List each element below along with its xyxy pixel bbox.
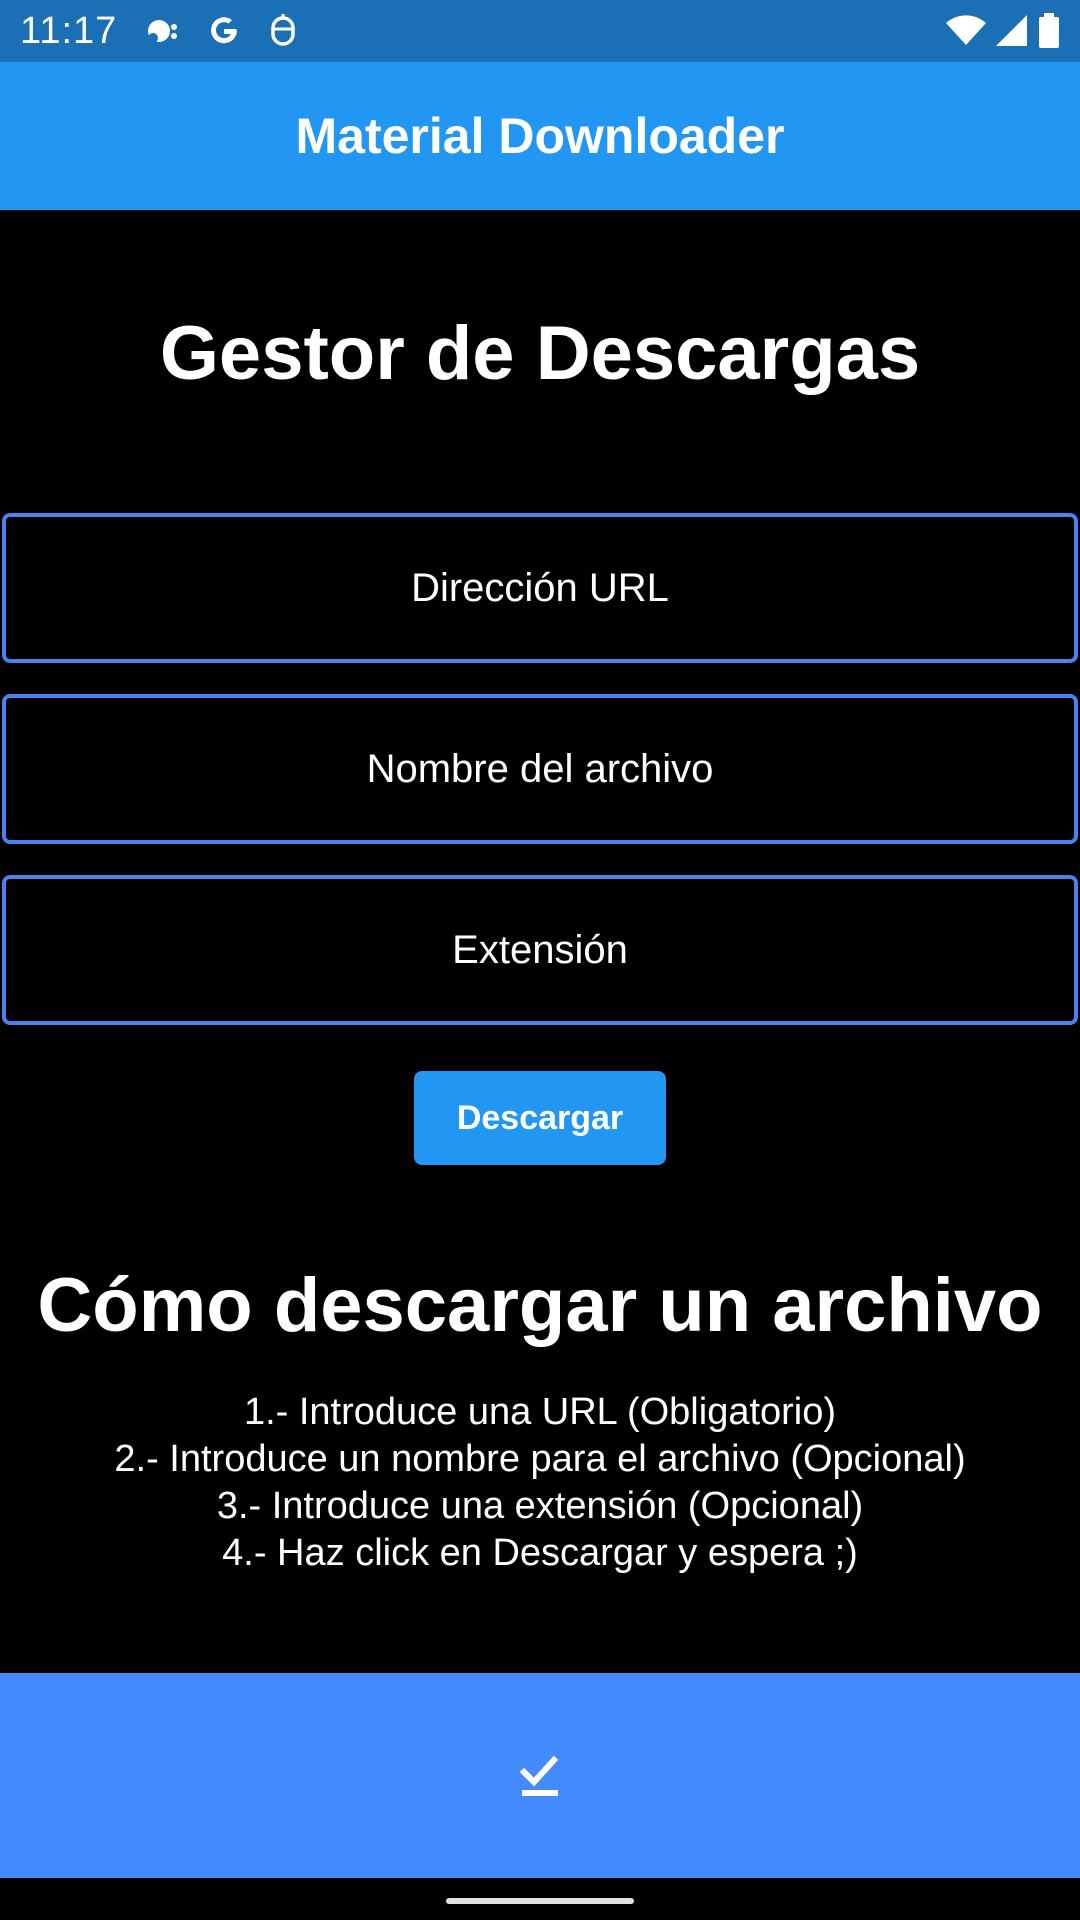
url-field-container bbox=[2, 513, 1078, 663]
page-title: Gestor de Descargas bbox=[159, 311, 921, 396]
url-input[interactable] bbox=[6, 517, 1074, 659]
google-icon bbox=[207, 14, 241, 48]
home-indicator[interactable] bbox=[446, 1898, 634, 1904]
status-bar: 11:17 bbox=[0, 0, 1080, 62]
bottom-bar bbox=[0, 1673, 1080, 1878]
app-bar: Material Downloader bbox=[0, 62, 1080, 210]
status-icons-left bbox=[145, 14, 297, 48]
howto-step-2: 2.- Introduce un nombre para el archivo … bbox=[114, 1438, 966, 1480]
extension-field-container bbox=[2, 875, 1078, 1025]
notification-icon bbox=[145, 16, 179, 46]
filename-field-container bbox=[2, 694, 1078, 844]
app-title: Material Downloader bbox=[295, 108, 785, 164]
download-done-icon[interactable] bbox=[520, 1754, 560, 1798]
battery-icon bbox=[1038, 13, 1060, 49]
wifi-icon bbox=[946, 15, 986, 47]
status-time: 11:17 bbox=[20, 9, 118, 52]
howto-step-1: 1.- Introduce una URL (Obligatorio) bbox=[243, 1391, 837, 1433]
filename-input[interactable] bbox=[6, 698, 1074, 840]
howto-title: Cómo descargar un archivo bbox=[37, 1263, 1043, 1348]
assistant-icon bbox=[269, 14, 297, 48]
howto-step-4: 4.- Haz click en Descargar y espera ;) bbox=[222, 1532, 858, 1574]
download-button[interactable]: Descargar bbox=[414, 1071, 666, 1165]
extension-input[interactable] bbox=[6, 879, 1074, 1021]
signal-icon bbox=[996, 15, 1028, 47]
status-icons-right bbox=[946, 13, 1060, 49]
system-nav-area bbox=[0, 1878, 1080, 1920]
howto-steps: 1.- Introduce una URL (Obligatorio) 2.- … bbox=[0, 1389, 1080, 1577]
howto-step-3: 3.- Introduce una extensión (Opcional) bbox=[216, 1485, 864, 1527]
